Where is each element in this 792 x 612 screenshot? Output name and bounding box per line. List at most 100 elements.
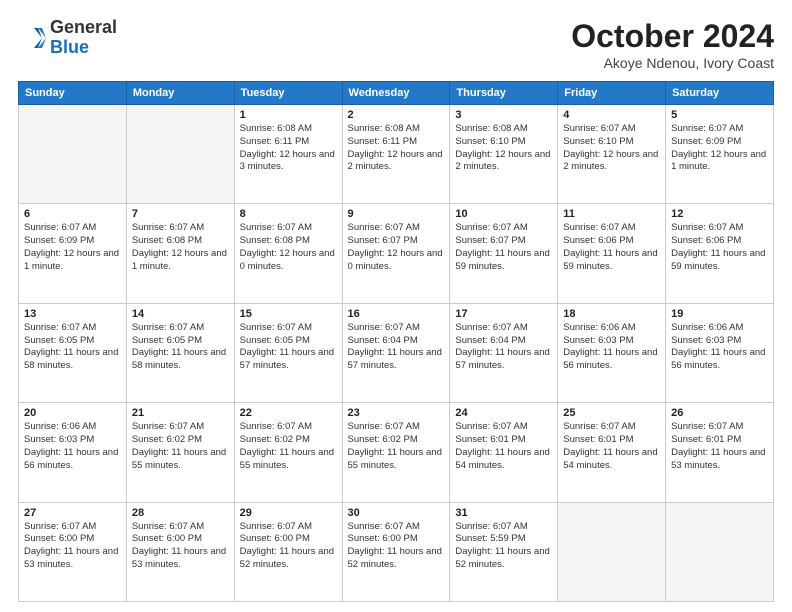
calendar-cell: 10Sunrise: 6:07 AM Sunset: 6:07 PM Dayli… — [450, 204, 558, 303]
day-number: 16 — [348, 308, 445, 320]
calendar-cell: 14 Sunrise: 6:07 AM Sunset: 6:05 PM Dayli… — [126, 303, 234, 402]
day-number: 13 — [24, 308, 121, 320]
title-block: October 2024 Akoye Ndenou, Ivory Coast — [571, 18, 774, 71]
month-title: October 2024 — [571, 18, 774, 55]
day-number: 18 — [563, 308, 660, 320]
day-info: Sunrise: 6:06 AM Sunset: 6:03 PM Dayligh… — [24, 421, 121, 472]
day-number: 22 — [240, 407, 337, 419]
calendar-cell — [666, 502, 774, 601]
calendar-cell: 12 Sunrise: 6:07 AM Sunset: 6:06 PM Dayli… — [666, 204, 774, 303]
day-info: Sunrise: 6:07 AM Sunset: 6:09 PM Dayligh… — [671, 123, 768, 174]
day-number: 11 — [563, 208, 660, 220]
day-info: Sunrise: 6:07 AM Sunset: 6:10 PM Dayligh… — [563, 123, 660, 174]
day-info: Sunrise: 6:06 AM Sunset: 6:03 PM Dayligh… — [563, 322, 660, 373]
calendar-cell: 18 Sunrise: 6:06 AM Sunset: 6:03 PM Dayli… — [558, 303, 666, 402]
day-info: Sunrise: 6:07 AM Sunset: 6:04 PM Dayligh… — [455, 322, 552, 373]
calendar-cell: 21 Sunrise: 6:07 AM Sunset: 6:02 PM Dayli… — [126, 403, 234, 502]
day-info: Sunrise: 6:07 AM Sunset: 6:05 PM Dayligh… — [240, 322, 337, 373]
calendar-cell: 1 Sunrise: 6:08 AM Sunset: 6:11 PM Daylig… — [234, 105, 342, 204]
calendar-cell: 23 Sunrise: 6:07 AM Sunset: 6:02 PM Dayli… — [342, 403, 450, 502]
calendar-header-thursday: Thursday — [450, 82, 558, 105]
calendar-cell — [19, 105, 127, 204]
day-info: Sunrise: 6:07 AM Sunset: 6:02 PM Dayligh… — [132, 421, 229, 472]
calendar-cell: 22 Sunrise: 6:07 AM Sunset: 6:02 PM Dayli… — [234, 403, 342, 502]
calendar-cell: 8 Sunrise: 6:07 AM Sunset: 6:08 PM Daylig… — [234, 204, 342, 303]
day-number: 15 — [240, 308, 337, 320]
logo-icon — [18, 24, 46, 52]
calendar-header-saturday: Saturday — [666, 82, 774, 105]
day-info: Sunrise: 6:07 AM Sunset: 6:01 PM Dayligh… — [671, 421, 768, 472]
day-info: Sunrise: 6:07 AM Sunset: 6:00 PM Dayligh… — [348, 521, 445, 572]
calendar-cell — [558, 502, 666, 601]
day-number: 8 — [240, 208, 337, 220]
day-info: Sunrise: 6:06 AM Sunset: 6:03 PM Dayligh… — [671, 322, 768, 373]
calendar-cell: 30 Sunrise: 6:07 AM Sunset: 6:00 PM Dayli… — [342, 502, 450, 601]
calendar-cell: 5 Sunrise: 6:07 AM Sunset: 6:09 PM Daylig… — [666, 105, 774, 204]
day-number: 10 — [455, 208, 552, 220]
calendar-cell: 20 Sunrise: 6:06 AM Sunset: 6:03 PM Dayli… — [19, 403, 127, 502]
calendar-cell: 2Sunrise: 6:08 AM Sunset: 6:11 PM Daylig… — [342, 105, 450, 204]
calendar-cell: 9Sunrise: 6:07 AM Sunset: 6:07 PM Daylig… — [342, 204, 450, 303]
day-number: 5 — [671, 109, 768, 121]
calendar-header-wednesday: Wednesday — [342, 82, 450, 105]
day-number: 20 — [24, 407, 121, 419]
calendar-cell: 19 Sunrise: 6:06 AM Sunset: 6:03 PM Dayli… — [666, 303, 774, 402]
calendar-week-row: 6Sunrise: 6:07 AM Sunset: 6:09 PM Daylig… — [19, 204, 774, 303]
calendar-cell: 15 Sunrise: 6:07 AM Sunset: 6:05 PM Dayli… — [234, 303, 342, 402]
day-number: 28 — [132, 507, 229, 519]
day-info: Sunrise: 6:07 AM Sunset: 6:00 PM Dayligh… — [132, 521, 229, 572]
day-number: 14 — [132, 308, 229, 320]
day-info: Sunrise: 6:08 AM Sunset: 6:11 PM Dayligh… — [348, 123, 445, 174]
day-number: 7 — [132, 208, 229, 220]
day-number: 19 — [671, 308, 768, 320]
day-info: Sunrise: 6:07 AM Sunset: 6:02 PM Dayligh… — [240, 421, 337, 472]
calendar-header-tuesday: Tuesday — [234, 82, 342, 105]
day-number: 21 — [132, 407, 229, 419]
day-number: 12 — [671, 208, 768, 220]
day-info: Sunrise: 6:07 AM Sunset: 6:00 PM Dayligh… — [24, 521, 121, 572]
day-number: 1 — [240, 109, 337, 121]
day-info: Sunrise: 6:07 AM Sunset: 6:02 PM Dayligh… — [348, 421, 445, 472]
day-info: Sunrise: 6:07 AM Sunset: 6:04 PM Dayligh… — [348, 322, 445, 373]
day-number: 25 — [563, 407, 660, 419]
calendar-week-row: 1 Sunrise: 6:08 AM Sunset: 6:11 PM Daylig… — [19, 105, 774, 204]
calendar-week-row: 20 Sunrise: 6:06 AM Sunset: 6:03 PM Dayli… — [19, 403, 774, 502]
day-number: 23 — [348, 407, 445, 419]
day-number: 30 — [348, 507, 445, 519]
day-number: 24 — [455, 407, 552, 419]
logo-general: General — [50, 18, 117, 38]
day-info: Sunrise: 6:08 AM Sunset: 6:11 PM Dayligh… — [240, 123, 337, 174]
calendar-cell: 31Sunrise: 6:07 AM Sunset: 5:59 PM Dayli… — [450, 502, 558, 601]
day-number: 6 — [24, 208, 121, 220]
calendar-cell: 3Sunrise: 6:08 AM Sunset: 6:10 PM Daylig… — [450, 105, 558, 204]
calendar-week-row: 13 Sunrise: 6:07 AM Sunset: 6:05 PM Dayli… — [19, 303, 774, 402]
calendar-cell: 27Sunrise: 6:07 AM Sunset: 6:00 PM Dayli… — [19, 502, 127, 601]
day-number: 4 — [563, 109, 660, 121]
calendar-cell — [126, 105, 234, 204]
calendar-cell: 26 Sunrise: 6:07 AM Sunset: 6:01 PM Dayli… — [666, 403, 774, 502]
calendar-cell: 11 Sunrise: 6:07 AM Sunset: 6:06 PM Dayli… — [558, 204, 666, 303]
calendar-cell: 4 Sunrise: 6:07 AM Sunset: 6:10 PM Daylig… — [558, 105, 666, 204]
calendar-header-row: SundayMondayTuesdayWednesdayThursdayFrid… — [19, 82, 774, 105]
day-info: Sunrise: 6:07 AM Sunset: 6:05 PM Dayligh… — [132, 322, 229, 373]
day-info: Sunrise: 6:07 AM Sunset: 6:07 PM Dayligh… — [348, 222, 445, 273]
day-info: Sunrise: 6:07 AM Sunset: 6:06 PM Dayligh… — [671, 222, 768, 273]
calendar-header-monday: Monday — [126, 82, 234, 105]
calendar-cell: 28 Sunrise: 6:07 AM Sunset: 6:00 PM Dayli… — [126, 502, 234, 601]
day-number: 31 — [455, 507, 552, 519]
day-number: 17 — [455, 308, 552, 320]
calendar-header-friday: Friday — [558, 82, 666, 105]
calendar-cell: 17 Sunrise: 6:07 AM Sunset: 6:04 PM Dayli… — [450, 303, 558, 402]
logo: General Blue — [18, 18, 117, 58]
day-info: Sunrise: 6:07 AM Sunset: 6:00 PM Dayligh… — [240, 521, 337, 572]
calendar-cell: 16 Sunrise: 6:07 AM Sunset: 6:04 PM Dayli… — [342, 303, 450, 402]
calendar-cell: 13Sunrise: 6:07 AM Sunset: 6:05 PM Dayli… — [19, 303, 127, 402]
day-info: Sunrise: 6:07 AM Sunset: 6:01 PM Dayligh… — [563, 421, 660, 472]
header: General Blue October 2024 Akoye Ndenou, … — [18, 18, 774, 71]
logo-blue: Blue — [50, 38, 117, 58]
day-info: Sunrise: 6:07 AM Sunset: 6:08 PM Dayligh… — [240, 222, 337, 273]
location: Akoye Ndenou, Ivory Coast — [571, 55, 774, 71]
day-number: 26 — [671, 407, 768, 419]
calendar-cell: 24Sunrise: 6:07 AM Sunset: 6:01 PM Dayli… — [450, 403, 558, 502]
day-info: Sunrise: 6:07 AM Sunset: 6:06 PM Dayligh… — [563, 222, 660, 273]
